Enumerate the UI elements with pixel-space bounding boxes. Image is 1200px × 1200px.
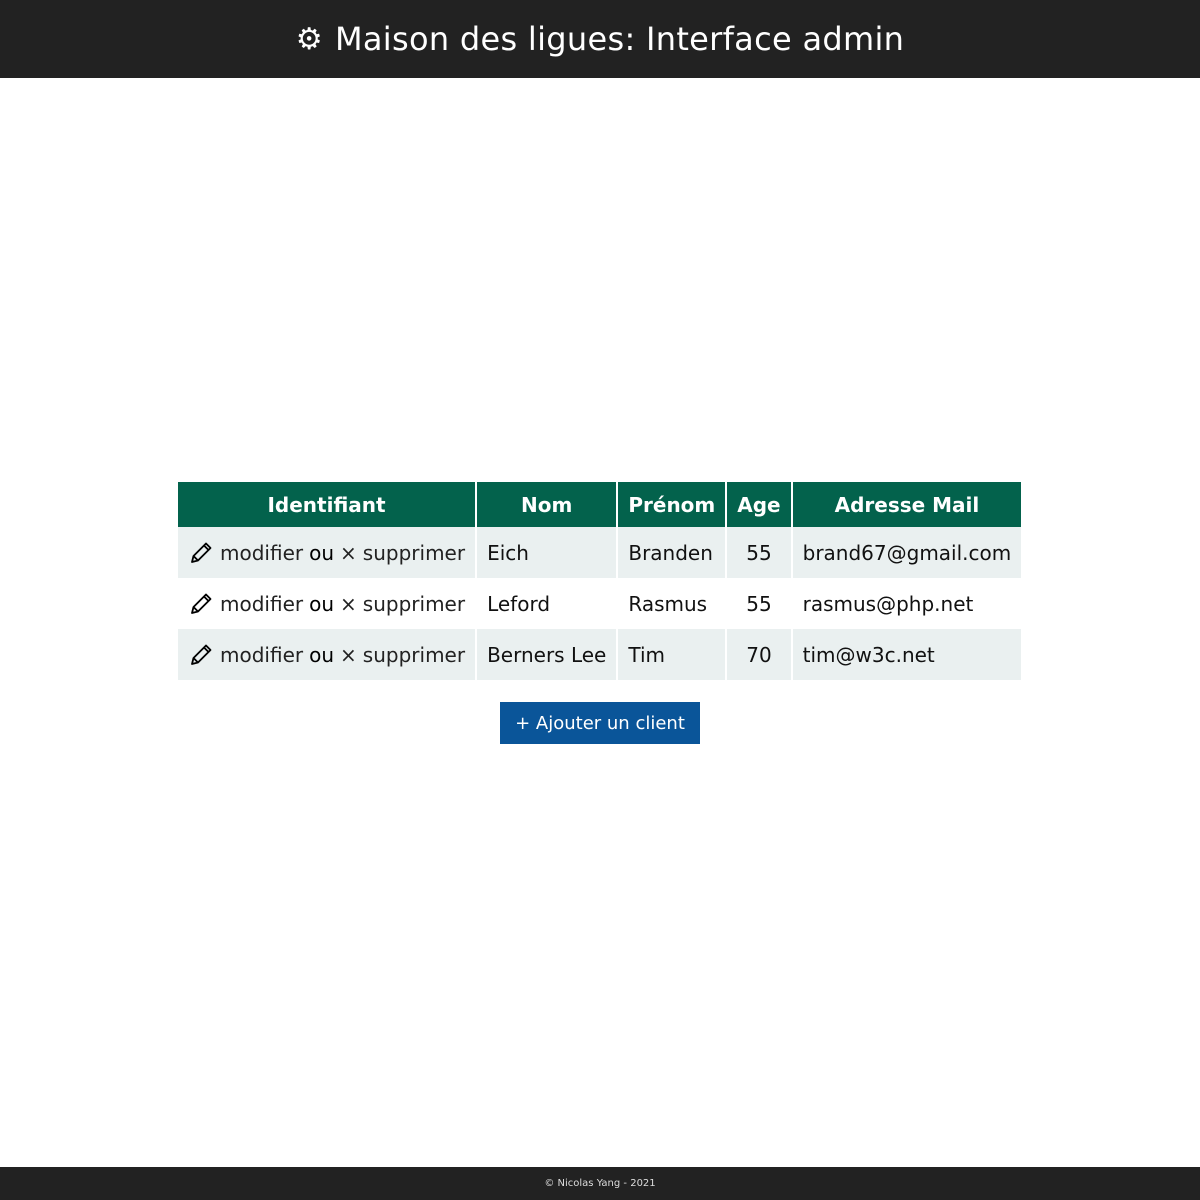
delete-label: supprimer [362,540,466,565]
clients-table-container: Identifiant Nom Prénom Age Adresse Mail … [178,482,1022,680]
delete-link[interactable]: × supprimer [340,592,465,616]
action-separator: ou [309,591,335,616]
page-title: ⚙ Maison des ligues: Interface admin [296,20,904,58]
row-actions: modifier ou × supprimer [178,527,476,578]
close-icon: × [340,642,357,667]
page: ⚙ Maison des ligues: Interface admin Ide… [0,0,1200,1200]
table-row: modifier ou × supprimer Berners Lee Tim 7… [178,629,1022,680]
cell-age: 70 [727,629,791,680]
pencil-icon[interactable] [188,642,214,668]
edit-link[interactable]: modifier [220,592,303,616]
action-separator: ou [309,642,335,667]
add-client-button[interactable]: + Ajouter un client [500,702,700,744]
pencil-icon[interactable] [188,591,214,617]
table-row: modifier ou × supprimer Leford Rasmus 55 … [178,578,1022,629]
cell-age: 55 [727,527,791,578]
gear-icon: ⚙ [295,21,323,57]
cell-prenom: Rasmus [618,578,726,629]
cell-prenom: Tim [618,629,726,680]
cell-prenom: Branden [618,527,726,578]
close-icon: × [340,591,357,616]
delete-label: supprimer [362,591,466,616]
cell-nom: Berners Lee [477,629,617,680]
column-header-adresse-mail: Adresse Mail [792,482,1022,527]
delete-link[interactable]: × supprimer [340,541,465,565]
column-header-prenom: Prénom [618,482,726,527]
cell-nom: Leford [477,578,617,629]
pencil-icon[interactable] [188,540,214,566]
cell-age: 55 [727,578,791,629]
edit-link[interactable]: modifier [220,541,303,565]
cell-nom: Eich [477,527,617,578]
page-title-text: Maison des ligues: Interface admin [334,20,905,58]
row-actions: modifier ou × supprimer [178,629,476,680]
column-header-identifiant: Identifiant [178,482,476,527]
copyright-text: © Nicolas Yang - 2021 [544,1178,656,1189]
column-header-age: Age [727,482,791,527]
footer: © Nicolas Yang - 2021 [0,1167,1200,1200]
delete-label: supprimer [362,642,466,667]
clients-table: Identifiant Nom Prénom Age Adresse Mail … [176,482,1023,680]
cell-mail: brand67@gmail.com [792,527,1022,578]
top-bar: ⚙ Maison des ligues: Interface admin [0,0,1200,78]
table-row: modifier ou × supprimer Eich Branden 55 b… [178,527,1022,578]
edit-link[interactable]: modifier [220,643,303,667]
table-header-row: Identifiant Nom Prénom Age Adresse Mail [178,482,1022,527]
delete-link[interactable]: × supprimer [340,643,465,667]
cell-mail: rasmus@php.net [792,578,1022,629]
close-icon: × [340,540,357,565]
row-actions: modifier ou × supprimer [178,578,476,629]
column-header-nom: Nom [477,482,617,527]
cell-mail: tim@w3c.net [792,629,1022,680]
action-separator: ou [309,540,335,565]
